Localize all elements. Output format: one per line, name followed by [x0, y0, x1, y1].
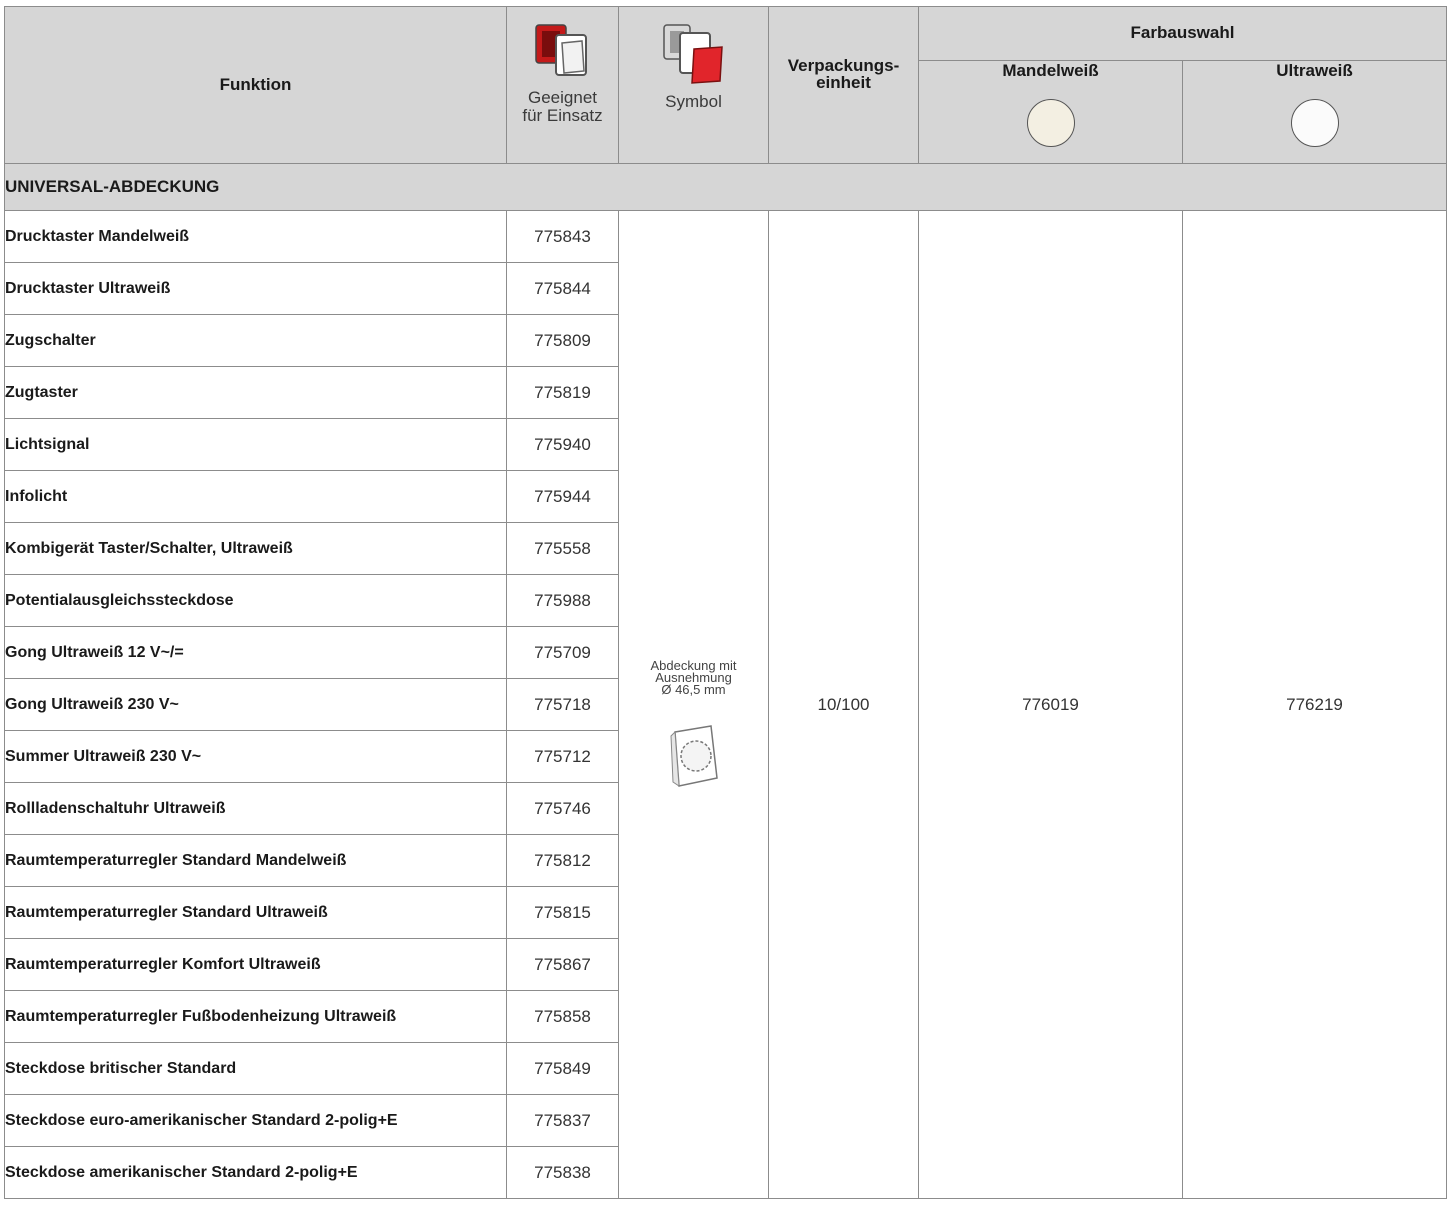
- reference-number: 775844: [506, 262, 619, 315]
- reference-number: 775718: [506, 678, 619, 731]
- geeignet-line1: Geeignet: [528, 88, 597, 107]
- reference-number: 775858: [506, 990, 619, 1043]
- header-color-ultraweiss: Ultraweiß: [1181, 59, 1448, 165]
- reference-number: 775944: [506, 470, 619, 523]
- reference-number: 775709: [506, 626, 619, 679]
- function-name: Potentialausgleichssteckdose: [4, 574, 507, 627]
- function-name: Steckdose amerikanischer Standard 2-poli…: [4, 1146, 507, 1199]
- mandelweiss-swatch: [1026, 98, 1075, 147]
- function-name: Gong Ultraweiß 12 V~/=: [4, 626, 507, 679]
- function-name: Raumtemperaturregler Standard Ultraweiß: [4, 886, 507, 939]
- mandelweiss-ref: 776019: [918, 210, 1183, 1199]
- function-name: Infolicht: [4, 470, 507, 523]
- reference-number: 775988: [506, 574, 619, 627]
- reference-number: 775712: [506, 730, 619, 783]
- header-funktion: Funktion: [4, 6, 507, 164]
- header-color-mandelweiss: Mandelweiß: [918, 59, 1183, 165]
- product-table: Funktion Geeignet für Einsatz Symbol Ver…: [3, 6, 1448, 1199]
- reference-number: 775849: [506, 1042, 619, 1095]
- function-name: Gong Ultraweiß 230 V~: [4, 678, 507, 731]
- header-geeignet: Geeignet für Einsatz: [506, 6, 619, 164]
- reference-number: 775746: [506, 782, 619, 835]
- function-name: Drucktaster Mandelweiß: [4, 210, 507, 263]
- verpackungseinheit-value: 10/100: [768, 210, 919, 1199]
- cover-caption-line3: Ø 46,5 mm: [661, 681, 726, 697]
- cover-plate-icon: [662, 24, 723, 84]
- reference-number: 775809: [506, 314, 619, 367]
- header-verpackungseinheit: Verpackungs- einheit: [768, 6, 919, 164]
- reference-number: 775837: [506, 1094, 619, 1147]
- reference-number: 775819: [506, 366, 619, 419]
- reference-number: 775558: [506, 522, 619, 575]
- reference-number: 775815: [506, 886, 619, 939]
- function-name: Rollladenschaltuhr Ultraweiß: [4, 782, 507, 835]
- function-name: Raumtemperaturregler Standard Mandelweiß: [4, 834, 507, 887]
- geeignet-line2: für Einsatz: [522, 106, 603, 125]
- function-name: Kombigerät Taster/Schalter, Ultraweiß: [4, 522, 507, 575]
- function-name: Raumtemperaturregler Fußbodenheizung Ult…: [4, 990, 507, 1043]
- reference-number: 775838: [506, 1146, 619, 1199]
- symbol-label: Symbol: [665, 92, 722, 111]
- reference-number: 775812: [506, 834, 619, 887]
- reference-number: 775867: [506, 938, 619, 991]
- function-name: Steckdose britischer Standard: [4, 1042, 507, 1095]
- ultraweiss-swatch: [1290, 98, 1339, 147]
- color-name: Ultraweiß: [1276, 60, 1353, 80]
- function-name: Zugschalter: [4, 314, 507, 367]
- function-name: Zugtaster: [4, 366, 507, 419]
- function-name: Summer Ultraweiß 230 V~: [4, 730, 507, 783]
- reference-number: 775843: [506, 210, 619, 263]
- color-name: Mandelweiß: [1002, 60, 1099, 80]
- cover-with-cutout-icon: [669, 724, 718, 787]
- reference-number: 775940: [506, 418, 619, 471]
- ultraweiss-ref: 776219: [1181, 210, 1448, 1199]
- verpackung-line2: einheit: [816, 73, 871, 92]
- table-row: Drucktaster Mandelweiß 775843 Abdeckung …: [4, 210, 1448, 1199]
- function-name: Steckdose euro-amerikanischer Standard 2…: [4, 1094, 507, 1147]
- function-name: Raumtemperaturregler Komfort Ultraweiß: [4, 938, 507, 991]
- mechanism-insert-icon: [534, 24, 587, 76]
- symbol-cell: Abdeckung mit Ausnehmung Ø 46,5 mm: [618, 210, 769, 1199]
- verpackung-line1: Verpackungs-: [787, 56, 900, 75]
- function-name: Lichtsignal: [4, 418, 507, 471]
- header-farbauswahl: Farbauswahl: [917, 6, 1448, 61]
- section-title: UNIVERSAL-ABDECKUNG: [3, 163, 1448, 211]
- function-name: Drucktaster Ultraweiß: [4, 262, 507, 315]
- header-symbol: Symbol: [618, 6, 769, 164]
